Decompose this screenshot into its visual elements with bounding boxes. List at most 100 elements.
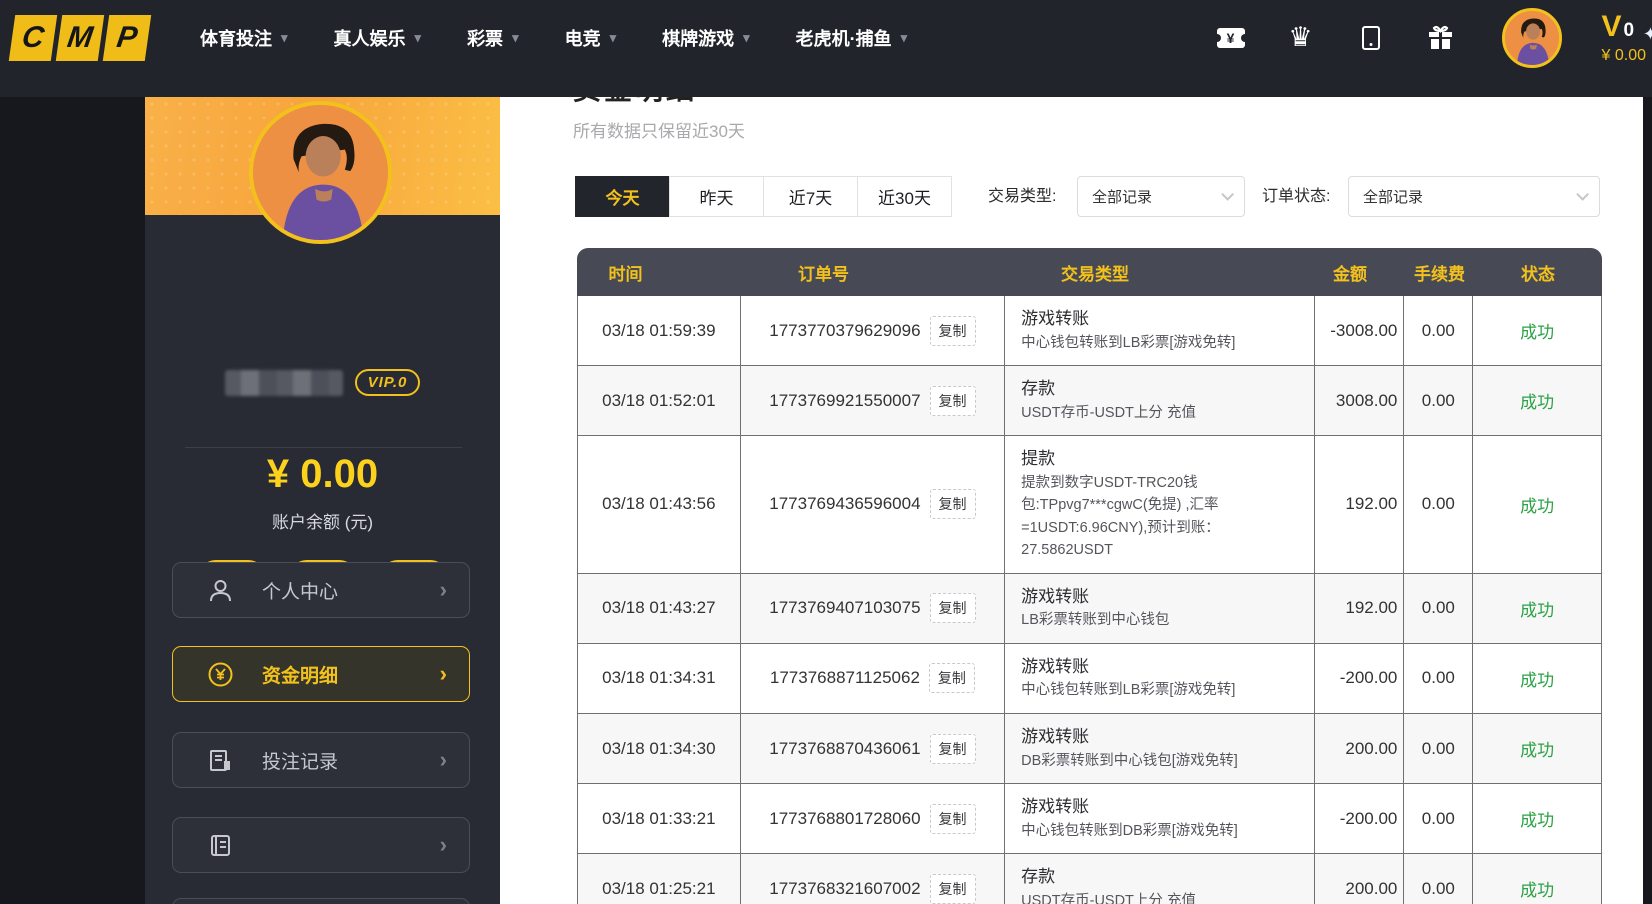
cell-amount: 200.00 [1315, 854, 1405, 904]
order-status-label: 订单状态: [1262, 176, 1330, 217]
nav-item-board-games[interactable]: 棋牌游戏▾ [662, 25, 750, 51]
cell-type: 游戏转账 中心钱包转账到DB彩票[游戏免转] [1005, 784, 1314, 853]
copy-button[interactable]: 复制 [930, 386, 976, 416]
chevron-down-icon: ▾ [901, 30, 908, 46]
cell-amount: 192.00 [1315, 436, 1405, 573]
nav-menu: 体育投注▾ 真人娱乐▾ 彩票▾ 电竞▾ 棋牌游戏▾ 老虎机·捕鱼▾ [200, 25, 907, 51]
cell-type: 游戏转账 中心钱包转账到LB彩票[游戏免转] [1005, 296, 1314, 365]
cell-order: 1773768321607002 复制 [741, 854, 1005, 904]
chevron-right-icon: › [440, 747, 447, 773]
cell-amount: 192.00 [1315, 574, 1405, 643]
cell-fee: 0.00 [1404, 644, 1473, 713]
transaction-description: 中心钱包转账到LB彩票[游戏免转] [1021, 679, 1235, 701]
cell-status: 成功 [1473, 574, 1601, 643]
cell-time: 03/18 01:25:21 [578, 854, 741, 904]
nav-item-slots-fishing[interactable]: 老虎机·捕鱼▾ [796, 25, 908, 51]
cell-time: 03/18 01:34:30 [578, 714, 741, 783]
sidebar-item-next[interactable] [172, 898, 470, 904]
table-row: 03/18 01:43:56 1773769436596004 复制 提款 提款… [578, 436, 1601, 574]
header-fee: 手续费 [1405, 260, 1474, 285]
copy-button[interactable]: 复制 [930, 593, 976, 623]
copy-button[interactable]: 复制 [930, 734, 976, 764]
table-row: 03/18 01:25:21 1773768321607002 复制 存款 US… [578, 854, 1601, 904]
transactions-table: 时间 订单号 交易类型 金额 手续费 状态 03/18 01:59:39 177… [577, 248, 1602, 904]
vip-crown-icon[interactable]: ♛ [1286, 23, 1316, 53]
tab-yesterday[interactable]: 昨天 [669, 176, 764, 217]
nav-item-live-casino[interactable]: 真人娱乐▾ [334, 25, 422, 51]
order-number: 1773768871125062 [770, 668, 920, 688]
copy-button[interactable]: 复制 [930, 874, 976, 904]
transaction-type: 游戏转账 [1021, 655, 1089, 680]
voucher-icon[interactable]: ¥ [1216, 23, 1246, 53]
cell-status: 成功 [1473, 366, 1601, 435]
cell-order: 1773770379629096 复制 [741, 296, 1005, 365]
table-row: 03/18 01:43:27 1773769407103075 复制 游戏转账 … [578, 574, 1601, 644]
table-row: 03/18 01:33:21 1773768801728060 复制 游戏转账 … [578, 784, 1601, 854]
cell-time: 03/18 01:43:27 [578, 574, 741, 643]
order-status-select[interactable]: 全部记录 [1348, 176, 1600, 217]
copy-button[interactable]: 复制 [930, 489, 976, 519]
profile-avatar[interactable] [249, 101, 392, 244]
user-avatar[interactable] [1502, 8, 1562, 68]
transaction-description: 提款到数字USDT-TRC20钱包:TPpvg7***cgwC(免提) ,汇率=… [1021, 472, 1303, 562]
table-body: 03/18 01:59:39 1773770379629096 复制 游戏转账 … [577, 296, 1602, 904]
sidebar-item-personal-center[interactable]: 个人中心 › [172, 562, 470, 618]
username-blurred [225, 370, 343, 396]
transaction-type-select[interactable]: 全部记录 [1077, 176, 1245, 217]
cell-fee: 0.00 [1404, 854, 1473, 904]
sidebar-item-bet-records[interactable]: 投注记录 › [172, 732, 470, 788]
date-range-tabs: 今天 昨天 近7天 近30天 [575, 176, 952, 217]
gift-icon[interactable] [1426, 23, 1456, 53]
cell-amount: -200.00 [1315, 644, 1405, 713]
mobile-app-icon[interactable] [1356, 23, 1386, 53]
chevron-down-icon [1576, 188, 1589, 201]
partial-icon: ✦ [1643, 24, 1652, 45]
cell-amount: 200.00 [1315, 714, 1405, 783]
avatar-image [1505, 11, 1559, 65]
sidebar-item-profile[interactable]: › [172, 817, 470, 873]
account-balance: ¥ 0.00 [145, 452, 500, 497]
copy-button[interactable]: 复制 [929, 663, 975, 693]
tab-last-30-days[interactable]: 近30天 [857, 176, 952, 217]
cell-type: 存款 USDT存币-USDT上分 充值 [1005, 366, 1314, 435]
copy-button[interactable]: 复制 [930, 316, 976, 346]
logo-letter: M [56, 15, 104, 61]
cell-fee: 0.00 [1404, 436, 1473, 573]
chevron-down-icon: ▾ [415, 30, 422, 46]
page-background-strip [0, 97, 145, 904]
nav-item-lottery[interactable]: 彩票▾ [467, 25, 519, 51]
cell-status: 成功 [1473, 784, 1601, 853]
user-level-balance[interactable]: V 0 ¥ 0.00 [1602, 12, 1646, 64]
nav-item-sports[interactable]: 体育投注▾ [200, 25, 288, 51]
cell-time: 03/18 01:34:31 [578, 644, 741, 713]
transaction-description: USDT存币-USDT上分 充值 [1021, 890, 1196, 904]
transaction-type: 游戏转账 [1021, 585, 1089, 610]
divider [185, 447, 462, 448]
sidebar: VIP.0 ¥ 0.00 账户余额 (元) 充值 提现 转账 个人中心 › 资金… [145, 97, 500, 904]
cell-type: 游戏转账 LB彩票转账到中心钱包 [1005, 574, 1314, 643]
transaction-type-label: 交易类型: [988, 176, 1056, 217]
chevron-down-icon: ▾ [743, 30, 750, 46]
tab-today[interactable]: 今天 [575, 176, 670, 217]
transaction-description: DB彩票转账到中心钱包[游戏免转] [1021, 750, 1238, 772]
tab-last-7-days[interactable]: 近7天 [763, 176, 858, 217]
cell-order: 1773768870436061 复制 [741, 714, 1005, 783]
cell-time: 03/18 01:59:39 [578, 296, 741, 365]
chevron-right-icon: › [440, 577, 447, 603]
cell-time: 03/18 01:52:01 [578, 366, 741, 435]
nav-item-esports[interactable]: 电竞▾ [565, 25, 617, 51]
copy-button[interactable]: 复制 [930, 804, 976, 834]
cell-type: 游戏转账 中心钱包转账到LB彩票[游戏免转] [1005, 644, 1314, 713]
nav-right: ¥ ♛ V 0 [1216, 8, 1646, 68]
transaction-type: 存款 [1021, 377, 1055, 402]
header-time: 时间 [544, 260, 707, 285]
cell-fee: 0.00 [1404, 366, 1473, 435]
cell-amount: 3008.00 [1315, 366, 1405, 435]
chevron-right-icon: › [440, 661, 447, 687]
page-background-strip [1643, 97, 1652, 904]
order-number: 1773768801728060 [769, 809, 920, 829]
brand-logo[interactable]: C M P [9, 15, 151, 61]
chevron-down-icon [1221, 188, 1234, 201]
chevron-right-icon: › [440, 832, 447, 858]
sidebar-item-funds-detail[interactable]: 资金明细 › [172, 646, 470, 702]
